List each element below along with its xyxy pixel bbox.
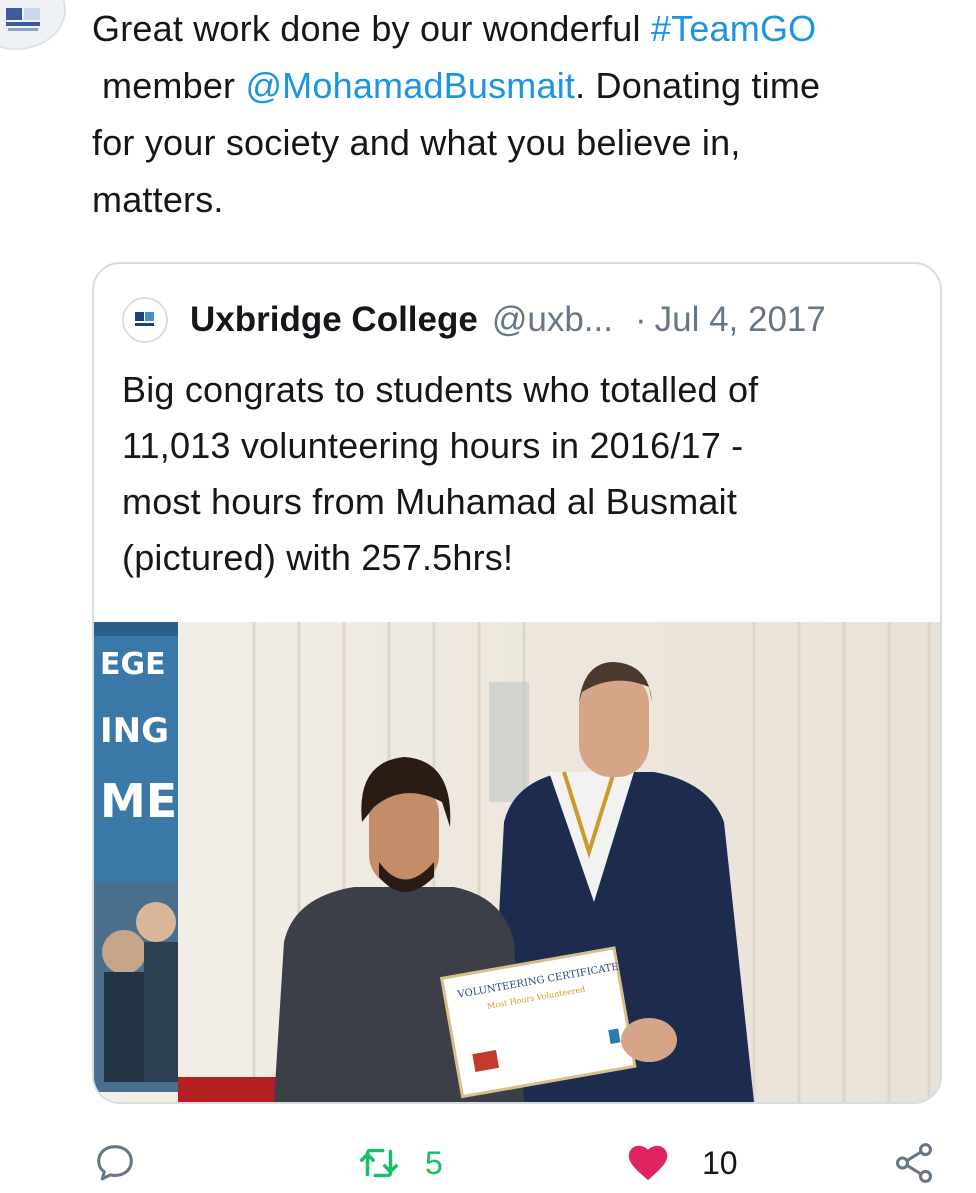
quoted-tweet-card[interactable]: Uxbridge College @uxb... · Jul 4, 2017 B…	[92, 262, 942, 1104]
quoted-author-name[interactable]: Uxbridge College	[190, 300, 478, 340]
header-separator: ·	[634, 300, 647, 339]
tweet-text-line: matters.	[92, 179, 224, 220]
retweet-icon	[360, 1148, 398, 1178]
tweet-actions: 5 10	[0, 1130, 976, 1193]
tweet-text-line: for your society and what you believe in…	[92, 122, 741, 163]
tweet-text-segment: . Donating time	[575, 65, 821, 106]
quoted-tweet-header: Uxbridge College @uxb... · Jul 4, 2017	[122, 296, 826, 344]
photo-illustration: EGE ING ME VOLUNTEERING CERTIFICATE Most…	[94, 622, 940, 1102]
tweet-text: Great work done by our wonderful #TeamGO…	[92, 0, 952, 228]
like-button[interactable]: 10	[624, 1140, 738, 1186]
hashtag-link[interactable]: #TeamGO	[651, 8, 816, 49]
quoted-text-line: most hours from Muhamad al Busmait	[122, 481, 738, 522]
speech-bubble-icon	[97, 1145, 133, 1181]
quoted-text-line: 11,013 volunteering hours in 2016/17 -	[122, 425, 744, 466]
retweet-count: 5	[425, 1144, 443, 1181]
college-logo-icon	[135, 312, 154, 326]
quoted-text-line: Big congrats to students who totalled of	[122, 369, 759, 410]
quoted-tweet-text: Big congrats to students who totalled of…	[122, 362, 922, 586]
like-count: 10	[702, 1144, 738, 1181]
retweet-button[interactable]: 5	[355, 1140, 443, 1186]
banner-text-line-1: EGE	[100, 647, 166, 682]
quoted-author-avatar[interactable]	[122, 297, 168, 343]
banner-text-line-3: ME	[100, 774, 177, 828]
quoted-tweet-date[interactable]: Jul 4, 2017	[655, 300, 826, 340]
heart-icon	[628, 1145, 668, 1181]
share-icon	[895, 1143, 933, 1183]
tweet-text-segment: member	[102, 65, 246, 106]
banner-text-line-2: ING	[100, 711, 169, 751]
reply-button[interactable]	[92, 1140, 138, 1186]
quoted-author-handle[interactable]: @uxb...	[492, 300, 613, 340]
quoted-tweet-photo[interactable]: EGE ING ME VOLUNTEERING CERTIFICATE Most…	[94, 622, 940, 1102]
mention-link[interactable]: @MohamadBusmait	[245, 65, 575, 106]
share-button[interactable]	[890, 1140, 938, 1186]
quoted-text-line: (pictured) with 257.5hrs!	[122, 537, 514, 578]
tweet-text-segment: Great work done by our wonderful	[92, 8, 651, 49]
crest-icon	[6, 8, 40, 31]
author-avatar[interactable]	[0, 0, 66, 50]
